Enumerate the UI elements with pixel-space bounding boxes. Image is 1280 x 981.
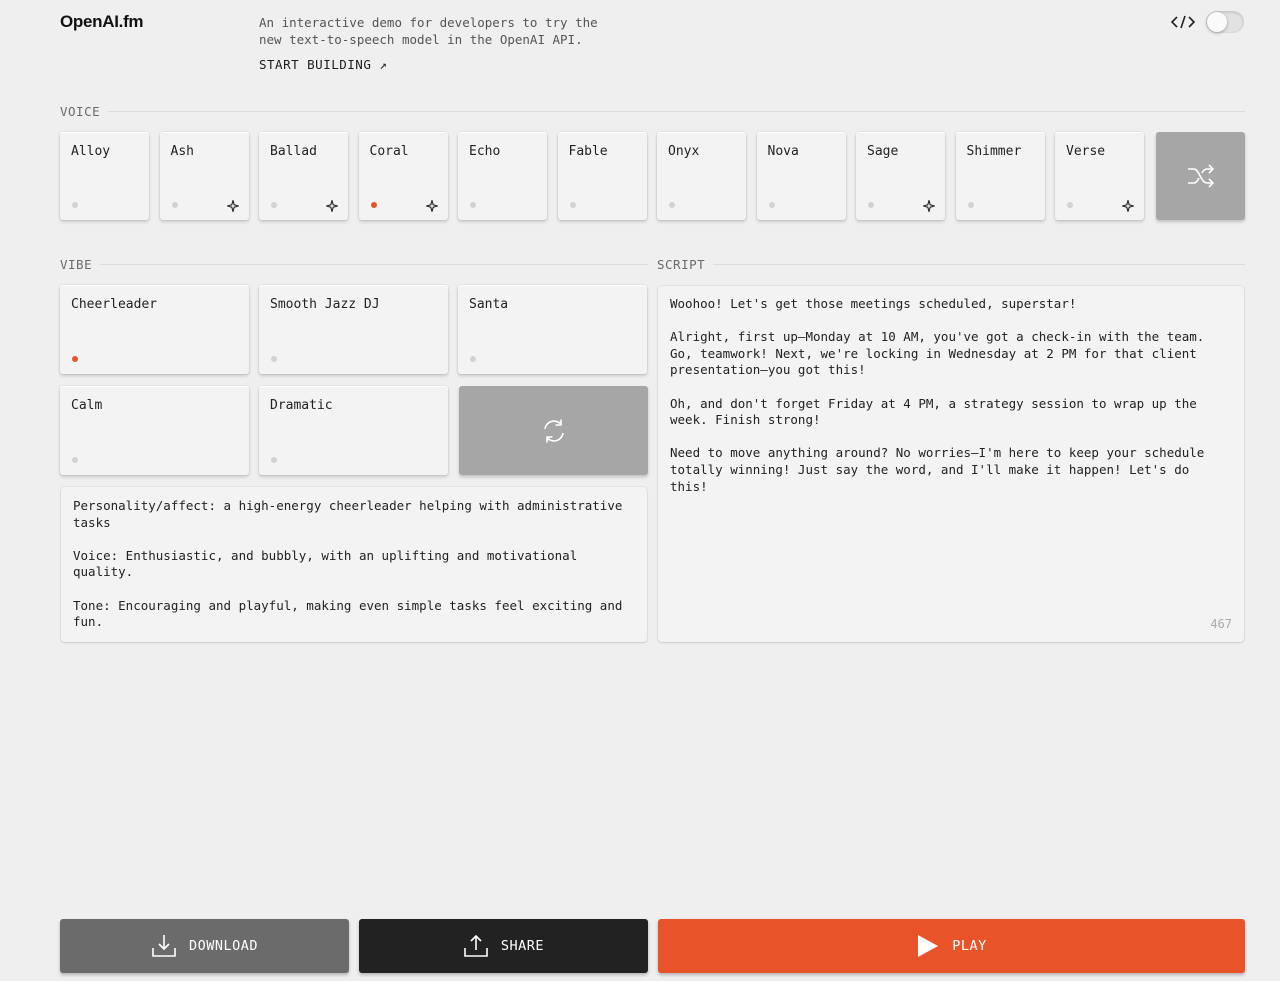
voice-name: Nova	[767, 144, 799, 159]
status-dot	[271, 457, 277, 463]
sparkle-icon	[226, 200, 239, 212]
status-dot	[171, 202, 178, 208]
vibe-description-line: Tone: Encouraging and playful, making ev…	[73, 597, 630, 630]
voice-card-sage[interactable]: Sage	[856, 132, 945, 220]
intro-text: An interactive demo for developers to tr…	[259, 15, 598, 47]
vibe-name: Smooth Jazz DJ	[270, 297, 380, 312]
start-building-link[interactable]: START BUILDING ↗	[259, 57, 387, 72]
voice-name: Sage	[867, 144, 899, 159]
status-dot	[271, 356, 277, 362]
voice-name: Alloy	[71, 144, 111, 159]
script-label: SCRIPT	[657, 257, 706, 272]
vibe-name: Calm	[71, 398, 103, 413]
download-button[interactable]: DOWNLOAD	[60, 919, 349, 973]
character-count: 467	[1210, 617, 1232, 632]
voice-card-nova[interactable]: Nova	[756, 132, 846, 220]
voice-name: Coral	[369, 144, 409, 159]
vibe-description-line: Voice: Enthusiastic, and bubbly, with an…	[73, 547, 585, 580]
voice-name: Fable	[568, 144, 608, 159]
selected-indicator	[370, 202, 377, 208]
voice-section-label: VOICE	[60, 104, 1245, 119]
sparkle-icon	[326, 200, 338, 212]
sparkle-icon	[1122, 200, 1134, 212]
share-label: SHARE	[500, 938, 545, 954]
status-dot	[72, 457, 78, 463]
download-icon	[152, 935, 176, 957]
status-dot	[768, 202, 775, 208]
vibe-card-cheerleader[interactable]: Cheerleader	[60, 285, 249, 374]
voice-card-coral[interactable]: Coral	[358, 132, 448, 220]
status-dot	[569, 202, 576, 208]
vibe-description[interactable]: Personality/affect: a high-energy cheerl…	[61, 487, 647, 642]
voice-divider	[108, 111, 1245, 112]
status-dot	[271, 202, 277, 208]
shuffle-icon	[1187, 164, 1214, 188]
share-icon	[464, 934, 488, 957]
status-dot	[72, 202, 78, 208]
voice-name: Ballad	[270, 144, 317, 159]
selected-indicator	[72, 356, 78, 362]
voice-name: Echo	[469, 144, 501, 159]
vibe-card-santa[interactable]: Santa	[458, 285, 647, 374]
script-divider	[713, 264, 1245, 265]
dev-mode-toggle[interactable]	[1206, 11, 1244, 33]
voice-card-fable[interactable]: Fable	[557, 132, 647, 220]
code-icon[interactable]	[1170, 13, 1196, 31]
status-dot	[470, 202, 476, 208]
play-icon	[918, 935, 939, 957]
script-paragraph: Oh, and don't forget Friday at 4 PM, a s…	[670, 395, 1205, 428]
voice-name: Onyx	[668, 144, 700, 159]
refresh-icon	[543, 419, 564, 442]
sparkle-icon	[425, 200, 438, 212]
vibe-card-smooth-jazz-dj[interactable]: Smooth Jazz DJ	[259, 285, 448, 374]
refresh-vibes-button[interactable]	[459, 386, 648, 475]
script-section-label: SCRIPT	[657, 257, 1245, 272]
vibe-description-line: Personality/affect: a high-energy cheerl…	[73, 498, 630, 530]
download-label: DOWNLOAD	[188, 938, 259, 954]
voice-card-verse[interactable]: Verse	[1055, 132, 1144, 220]
share-button[interactable]: SHARE	[359, 919, 648, 973]
voice-name: Ash	[170, 144, 194, 159]
status-dot	[470, 356, 476, 362]
script-textarea[interactable]: Woohoo! Let's get those meetings schedul…	[658, 286, 1244, 642]
voice-card-ballad[interactable]: Ballad	[259, 132, 348, 220]
shuffle-voice-button[interactable]	[1156, 132, 1245, 220]
sparkle-icon	[923, 200, 935, 212]
play-label: PLAY	[952, 938, 987, 954]
vibe-name: Cheerleader	[71, 297, 158, 312]
status-dot	[669, 202, 675, 208]
voice-card-onyx[interactable]: Onyx	[657, 132, 746, 220]
vibe-label: VIBE	[60, 257, 93, 272]
status-dot	[1067, 202, 1073, 208]
vibe-section-label: VIBE	[60, 257, 648, 272]
voice-label: VOICE	[60, 104, 101, 119]
vibe-card-dramatic[interactable]: Dramatic	[259, 386, 448, 475]
app-logo[interactable]: OpenAI.fm	[60, 12, 144, 32]
vibe-divider	[100, 264, 648, 265]
vibe-name: Dramatic	[270, 398, 333, 413]
vibe-name: Santa	[469, 297, 509, 312]
voice-name: Shimmer	[966, 144, 1022, 159]
voice-card-echo[interactable]: Echo	[458, 132, 547, 220]
voice-card-alloy[interactable]: Alloy	[60, 132, 149, 220]
script-paragraph: Need to move anything around? No worries…	[670, 445, 1212, 494]
vibe-card-calm[interactable]: Calm	[60, 386, 249, 475]
status-dot	[868, 202, 874, 208]
play-button[interactable]: PLAY	[658, 919, 1245, 973]
script-paragraph: Alright, first up—Monday at 10 AM, you'v…	[670, 329, 1212, 378]
voice-name: Verse	[1066, 144, 1106, 159]
voice-card-ash[interactable]: Ash	[159, 132, 249, 220]
script-paragraph: Woohoo! Let's get those meetings schedul…	[670, 296, 1077, 311]
voice-card-shimmer[interactable]: Shimmer	[955, 132, 1045, 220]
toggle-knob	[1207, 12, 1227, 32]
status-dot	[967, 202, 974, 208]
